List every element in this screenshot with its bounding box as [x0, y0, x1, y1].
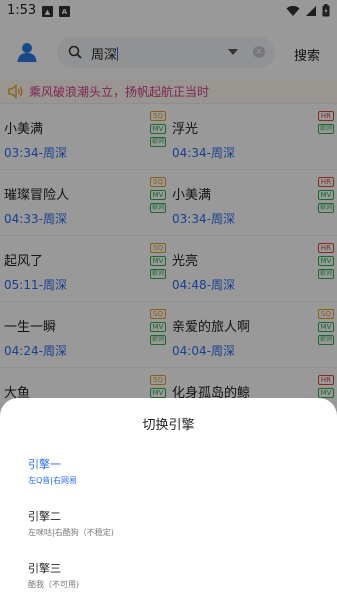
engine-option-1[interactable]: 引擎一 左Q音|右网易: [28, 456, 308, 496]
engine-name: 引擎三: [28, 562, 61, 575]
engine-option-2[interactable]: 引擎二 左咪咕|右酷狗（不稳定): [28, 508, 308, 548]
engine-switch-sheet: 切换引擎 引擎一 左Q音|右网易 引擎二 左咪咕|右酷狗（不稳定) 引擎三 酷我…: [0, 398, 337, 600]
engine-desc: 左咪咕|右酷狗（不稳定): [28, 528, 114, 537]
engine-desc: 酷我（不可用): [28, 580, 80, 589]
engine-name: 引擎一: [28, 458, 61, 471]
engine-option-3[interactable]: 引擎三 酷我（不可用): [28, 560, 308, 600]
engine-desc: 左Q音|右网易: [28, 476, 77, 485]
sheet-title: 切换引擎: [142, 418, 195, 433]
engine-name: 引擎二: [28, 510, 61, 523]
